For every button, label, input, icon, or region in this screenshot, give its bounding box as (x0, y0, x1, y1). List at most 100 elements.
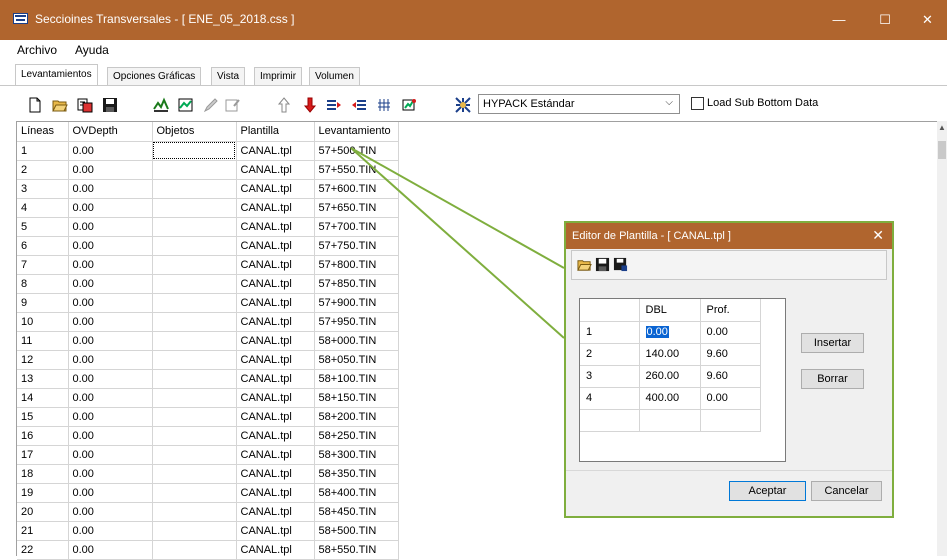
minimize-button[interactable]: — (816, 0, 862, 40)
cell-linea[interactable]: 11 (17, 331, 69, 351)
cell-levantamiento[interactable]: 58+100.TIN (314, 369, 399, 389)
table-row[interactable]: 15 0.00 CANAL.tpl 58+200.TIN (17, 407, 399, 427)
template-cell-prof[interactable]: 9.60 (700, 343, 761, 366)
cell-linea[interactable]: 4 (17, 198, 69, 218)
template-cell-prof[interactable]: 9.60 (700, 365, 761, 388)
cell-objetos[interactable] (152, 521, 237, 541)
cell-ovdepth[interactable]: 0.00 (68, 502, 153, 522)
cell-linea[interactable]: 19 (17, 483, 69, 503)
cell-objetos[interactable] (152, 141, 237, 161)
cell-objetos[interactable] (152, 502, 237, 522)
cell-ovdepth[interactable]: 0.00 (68, 464, 153, 484)
table-row[interactable]: 3 0.00 CANAL.tpl 57+600.TIN (17, 179, 399, 199)
cell-plantilla[interactable]: CANAL.tpl (236, 217, 315, 237)
cell-plantilla[interactable]: CANAL.tpl (236, 350, 315, 370)
cell-linea[interactable]: 22 (17, 540, 69, 560)
cell-objetos[interactable] (152, 369, 237, 389)
cell-linea[interactable]: 10 (17, 312, 69, 332)
table-row[interactable]: 16 0.00 CANAL.tpl 58+250.TIN (17, 426, 399, 446)
template-cell-dbl[interactable]: 140.00 (639, 343, 701, 366)
scroll-thumb[interactable] (938, 141, 946, 159)
cell-linea[interactable]: 8 (17, 274, 69, 294)
cell-plantilla[interactable]: CANAL.tpl (236, 388, 315, 408)
cell-objetos[interactable] (152, 274, 237, 294)
cell-plantilla[interactable]: CANAL.tpl (236, 426, 315, 446)
cell-levantamiento[interactable]: 57+850.TIN (314, 274, 399, 294)
cell-levantamiento[interactable]: 58+250.TIN (314, 426, 399, 446)
cell-ovdepth[interactable]: 0.00 (68, 445, 153, 465)
cell-linea[interactable]: 6 (17, 236, 69, 256)
tab-opciones-graficas[interactable]: Opciones Gráficas (107, 67, 202, 86)
cell-linea[interactable]: 5 (17, 217, 69, 237)
cell-plantilla[interactable]: CANAL.tpl (236, 369, 315, 389)
template-cell-dbl[interactable]: 260.00 (639, 365, 701, 388)
table-row[interactable]: 7 0.00 CANAL.tpl 57+800.TIN (17, 255, 399, 275)
cell-plantilla[interactable]: CANAL.tpl (236, 274, 315, 294)
shift-right-icon[interactable] (326, 97, 342, 113)
template-cell-prof[interactable]: 0.00 (700, 387, 761, 410)
cell-plantilla[interactable]: CANAL.tpl (236, 255, 315, 275)
section-icon[interactable] (178, 97, 194, 113)
tab-imprimir[interactable]: Imprimir (254, 67, 303, 86)
table-row[interactable]: 9 0.00 CANAL.tpl 57+900.TIN (17, 293, 399, 313)
cell-objetos[interactable] (152, 160, 237, 180)
cell-plantilla[interactable]: CANAL.tpl (236, 312, 315, 332)
cell-plantilla[interactable]: CANAL.tpl (236, 141, 315, 161)
cell-ovdepth[interactable]: 0.00 (68, 407, 153, 427)
accept-button[interactable]: Aceptar (729, 481, 806, 501)
template-cell-prof[interactable]: 0.00 (700, 321, 761, 344)
cell-objetos[interactable] (152, 293, 237, 313)
cell-ovdepth[interactable]: 0.00 (68, 369, 153, 389)
cell-plantilla[interactable]: CANAL.tpl (236, 179, 315, 199)
cell-ovdepth[interactable]: 0.00 (68, 540, 153, 560)
cell-objetos[interactable] (152, 331, 237, 351)
pencil-icon[interactable] (203, 97, 219, 113)
table-row[interactable]: 12 0.00 CANAL.tpl 58+050.TIN (17, 350, 399, 370)
cancel-button[interactable]: Cancelar (811, 481, 882, 501)
cell-linea[interactable]: 16 (17, 426, 69, 446)
delete-button[interactable]: Borrar (801, 369, 864, 389)
insert-button[interactable]: Insertar (801, 333, 864, 353)
table-row[interactable]: 2 0.00 CANAL.tpl 57+550.TIN (17, 160, 399, 180)
menu-ayuda[interactable]: Ayuda (75, 43, 109, 57)
cell-objetos[interactable] (152, 255, 237, 275)
open-folder-icon[interactable] (52, 97, 68, 113)
table-row[interactable]: 21 0.00 CANAL.tpl 58+500.TIN (17, 521, 399, 541)
cell-objetos[interactable] (152, 407, 237, 427)
table-row[interactable]: 1 0.00 CANAL.tpl 57+500.TIN (17, 141, 399, 161)
cell-objetos[interactable] (152, 350, 237, 370)
cell-ovdepth[interactable]: 0.00 (68, 312, 153, 332)
save-icon[interactable] (102, 97, 118, 113)
cell-plantilla[interactable]: CANAL.tpl (236, 160, 315, 180)
cell-objetos[interactable] (152, 179, 237, 199)
table-row[interactable]: 20 0.00 CANAL.tpl 58+450.TIN (17, 502, 399, 522)
cell-levantamiento[interactable]: 57+950.TIN (314, 312, 399, 332)
cell-levantamiento[interactable]: 57+600.TIN (314, 179, 399, 199)
cell-linea[interactable]: 15 (17, 407, 69, 427)
col-header-objetos[interactable]: Objetos (152, 122, 237, 142)
cell-levantamiento[interactable]: 58+350.TIN (314, 464, 399, 484)
col-header-levantamiento[interactable]: Levantamiento (314, 122, 399, 142)
cell-levantamiento[interactable]: 58+050.TIN (314, 350, 399, 370)
table-row[interactable]: 22 0.00 CANAL.tpl 58+550.TIN (17, 540, 399, 560)
cell-linea[interactable]: 1 (17, 141, 69, 161)
cell-plantilla[interactable]: CANAL.tpl (236, 483, 315, 503)
cell-linea[interactable]: 12 (17, 350, 69, 370)
table-row[interactable]: 13 0.00 CANAL.tpl 58+100.TIN (17, 369, 399, 389)
cell-objetos[interactable] (152, 464, 237, 484)
table-row[interactable]: 6 0.00 CANAL.tpl 57+750.TIN (17, 236, 399, 256)
save-icon[interactable] (595, 257, 610, 272)
cell-levantamiento[interactable]: 57+750.TIN (314, 236, 399, 256)
cell-plantilla[interactable]: CANAL.tpl (236, 331, 315, 351)
cell-objetos[interactable] (152, 540, 237, 560)
table-row[interactable]: 19 0.00 CANAL.tpl 58+400.TIN (17, 483, 399, 503)
save-as-icon[interactable] (613, 257, 628, 272)
cell-linea[interactable]: 9 (17, 293, 69, 313)
tools-icon[interactable] (401, 97, 417, 113)
table-row[interactable]: 10 0.00 CANAL.tpl 57+950.TIN (17, 312, 399, 332)
cell-linea[interactable]: 14 (17, 388, 69, 408)
cell-ovdepth[interactable]: 0.00 (68, 141, 153, 161)
cell-levantamiento[interactable]: 57+700.TIN (314, 217, 399, 237)
maximize-button[interactable]: ☐ (862, 0, 908, 40)
cell-levantamiento[interactable]: 58+550.TIN (314, 540, 399, 560)
